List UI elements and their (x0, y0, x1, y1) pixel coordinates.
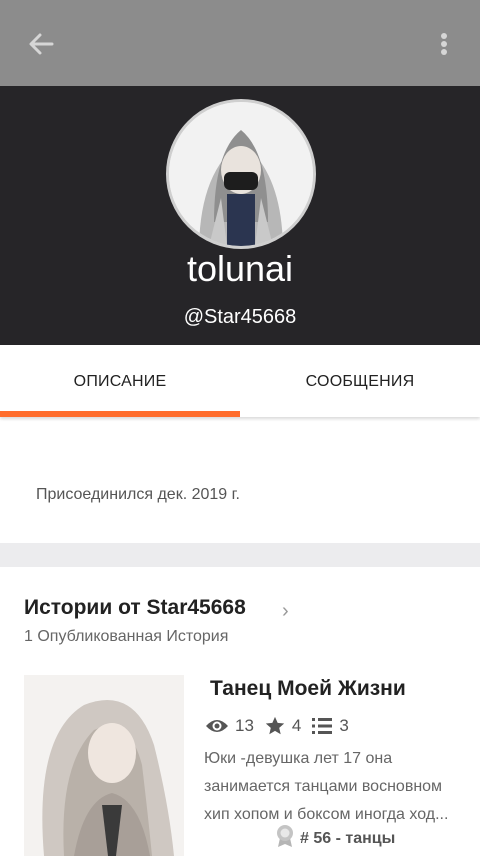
story-description-line: занимается танцами восновном (204, 778, 443, 795)
joined-date: Присоединился дек. 2019 г. (36, 486, 240, 503)
rank-label: # 56 - танцы (300, 829, 396, 847)
stories-count: 1 Опубликованная История (24, 628, 229, 645)
story-rank[interactable]: # 56 - танцы (276, 824, 395, 853)
votes-count: 4 (291, 716, 302, 735)
parts-count: 3 (339, 716, 349, 735)
chevron-right-icon[interactable]: › (282, 600, 289, 623)
back-arrow-icon[interactable] (22, 26, 62, 62)
profile-handle: @Star45668 (183, 306, 297, 328)
stories-heading[interactable]: Истории от Star45668 (24, 596, 246, 620)
avatar[interactable] (166, 99, 316, 249)
tab-description[interactable]: ОПИСАНИЕ (0, 345, 240, 417)
story-title[interactable]: Танец Моей Жизни (210, 677, 406, 701)
profile-tabs: ОПИСАНИЕ СООБЩЕНИЯ (0, 345, 480, 417)
tab-messages[interactable]: СООБЩЕНИЯ (240, 345, 480, 417)
story-description-line: Юки -девушка лет 17 она (204, 750, 393, 767)
eye-icon (205, 716, 229, 736)
more-vertical-icon[interactable] (430, 26, 458, 62)
story-description: Юки -девушка лет 17 она занимается танца… (204, 745, 480, 829)
profile-header: tolunai @Star45668 (0, 86, 480, 345)
story-stats: 13 4 3 (205, 712, 359, 740)
active-tab-indicator (0, 411, 240, 417)
section-divider (0, 543, 480, 567)
profile-username: tolunai (186, 248, 294, 289)
story-cover[interactable] (24, 675, 184, 856)
award-icon (276, 824, 300, 853)
reads-count: 13 (235, 716, 254, 735)
star-icon (264, 715, 286, 737)
list-icon (311, 716, 333, 736)
top-app-bar (0, 0, 480, 86)
